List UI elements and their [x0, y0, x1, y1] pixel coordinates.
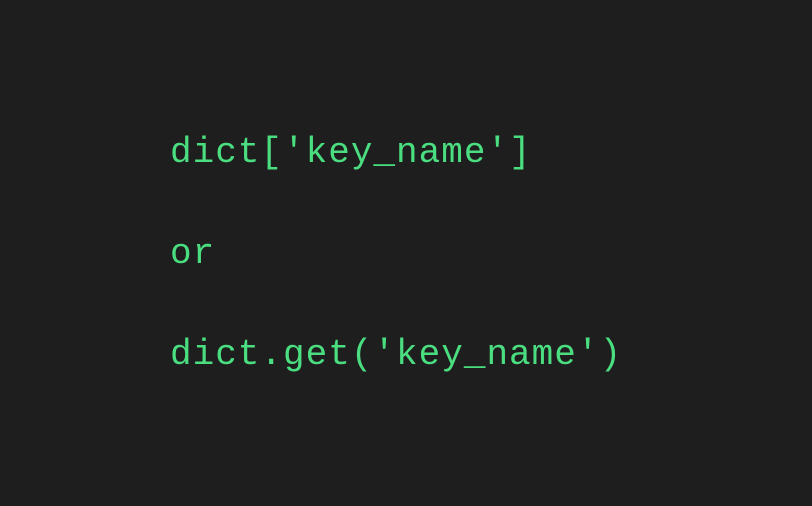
- code-line-2: or: [170, 233, 622, 274]
- code-line-1: dict['key_name']: [170, 132, 622, 173]
- code-block: dict['key_name'] or dict.get('key_name'): [170, 132, 622, 375]
- code-line-3: dict.get('key_name'): [170, 334, 622, 375]
